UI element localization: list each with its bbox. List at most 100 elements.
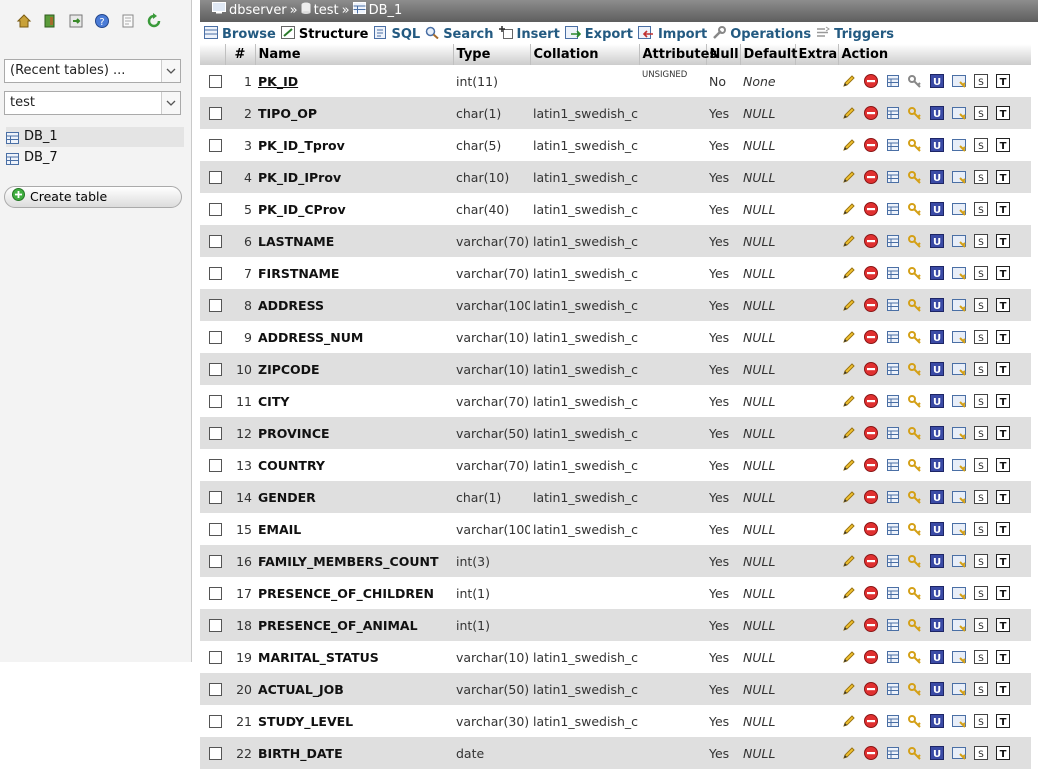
tab-export[interactable]: Export: [564, 25, 638, 43]
drop-icon[interactable]: [863, 201, 879, 217]
index-icon[interactable]: [951, 233, 967, 249]
index-icon[interactable]: [951, 105, 967, 121]
primary-key-icon[interactable]: [907, 297, 923, 313]
primary-key-icon[interactable]: [907, 233, 923, 249]
index-icon[interactable]: [951, 681, 967, 697]
index-icon[interactable]: [951, 489, 967, 505]
primary-key-icon[interactable]: [907, 713, 923, 729]
primary-key-icon[interactable]: [907, 489, 923, 505]
unique-icon[interactable]: U: [929, 233, 945, 249]
tab-operations[interactable]: Operations: [712, 25, 816, 43]
spatial-icon[interactable]: S: [973, 489, 989, 505]
primary-key-icon[interactable]: [907, 137, 923, 153]
breadcrumb-table[interactable]: DB_1: [369, 0, 403, 22]
edit-icon[interactable]: [841, 329, 857, 345]
unique-icon[interactable]: U: [929, 169, 945, 185]
primary-icon[interactable]: [885, 681, 901, 697]
primary-icon[interactable]: [885, 489, 901, 505]
fulltext-icon[interactable]: T: [995, 649, 1011, 665]
drop-icon[interactable]: [863, 361, 879, 377]
docs-icon[interactable]: ?: [94, 13, 110, 29]
drop-icon[interactable]: [863, 745, 879, 761]
sidebar-table-db-1[interactable]: DB_1: [6, 127, 184, 147]
row-checkbox[interactable]: [209, 714, 222, 728]
row-checkbox[interactable]: [209, 298, 222, 312]
unique-icon[interactable]: U: [929, 489, 945, 505]
spatial-icon[interactable]: S: [973, 393, 989, 409]
drop-icon[interactable]: [863, 137, 879, 153]
breadcrumb-database[interactable]: test: [314, 0, 339, 22]
edit-icon[interactable]: [841, 425, 857, 441]
edit-icon[interactable]: [841, 553, 857, 569]
tab-browse[interactable]: Browse: [200, 25, 281, 43]
spatial-icon[interactable]: S: [973, 553, 989, 569]
index-icon[interactable]: [951, 553, 967, 569]
edit-icon[interactable]: [841, 265, 857, 281]
primary-key-icon[interactable]: [907, 201, 923, 217]
fulltext-icon[interactable]: T: [995, 361, 1011, 377]
row-checkbox[interactable]: [209, 586, 222, 600]
index-icon[interactable]: [951, 521, 967, 537]
drop-icon[interactable]: [863, 713, 879, 729]
fulltext-icon[interactable]: T: [995, 745, 1011, 761]
primary-icon[interactable]: [885, 329, 901, 345]
fulltext-icon[interactable]: T: [995, 521, 1011, 537]
edit-icon[interactable]: [841, 713, 857, 729]
fulltext-icon[interactable]: T: [995, 73, 1011, 89]
breadcrumb-server[interactable]: dbserver: [229, 0, 287, 22]
tab-sql[interactable]: SQL: [373, 25, 425, 43]
row-checkbox[interactable]: [209, 170, 222, 184]
edit-icon[interactable]: [841, 649, 857, 665]
primary-icon[interactable]: [885, 393, 901, 409]
spatial-icon[interactable]: S: [973, 617, 989, 633]
drop-icon[interactable]: [863, 297, 879, 313]
primary-key-icon[interactable]: [907, 681, 923, 697]
fulltext-icon[interactable]: T: [995, 489, 1011, 505]
home-icon[interactable]: [16, 13, 32, 29]
fulltext-icon[interactable]: T: [995, 105, 1011, 121]
reload-icon[interactable]: [146, 13, 162, 29]
edit-icon[interactable]: [841, 585, 857, 601]
drop-icon[interactable]: [863, 233, 879, 249]
primary-icon[interactable]: [885, 585, 901, 601]
drop-icon[interactable]: [863, 265, 879, 281]
index-icon[interactable]: [951, 649, 967, 665]
drop-icon[interactable]: [863, 393, 879, 409]
unique-icon[interactable]: U: [929, 585, 945, 601]
row-checkbox[interactable]: [209, 746, 222, 760]
primary-icon[interactable]: [885, 297, 901, 313]
drop-icon[interactable]: [863, 649, 879, 665]
edit-icon[interactable]: [841, 457, 857, 473]
fulltext-icon[interactable]: T: [995, 425, 1011, 441]
query-window-icon[interactable]: [68, 13, 84, 29]
row-checkbox[interactable]: [209, 458, 222, 472]
row-checkbox[interactable]: [209, 266, 222, 280]
tab-structure[interactable]: Structure: [280, 25, 374, 43]
fulltext-icon[interactable]: T: [995, 393, 1011, 409]
primary-icon[interactable]: [885, 713, 901, 729]
index-icon[interactable]: [951, 393, 967, 409]
index-icon[interactable]: [951, 745, 967, 761]
row-checkbox[interactable]: [209, 106, 222, 120]
unique-icon[interactable]: U: [929, 649, 945, 665]
edit-icon[interactable]: [841, 521, 857, 537]
primary-icon[interactable]: [885, 553, 901, 569]
drop-icon[interactable]: [863, 329, 879, 345]
edit-icon[interactable]: [841, 617, 857, 633]
primary-icon[interactable]: [885, 425, 901, 441]
edit-icon[interactable]: [841, 201, 857, 217]
drop-icon[interactable]: [863, 457, 879, 473]
spatial-icon[interactable]: S: [973, 361, 989, 377]
row-checkbox[interactable]: [209, 234, 222, 248]
spatial-icon[interactable]: S: [973, 265, 989, 281]
logout-icon[interactable]: [42, 13, 58, 29]
primary-key-icon[interactable]: [907, 553, 923, 569]
row-checkbox[interactable]: [209, 554, 222, 568]
primary-icon[interactable]: [885, 649, 901, 665]
spatial-icon[interactable]: S: [973, 521, 989, 537]
spatial-icon[interactable]: S: [973, 201, 989, 217]
fulltext-icon[interactable]: T: [995, 137, 1011, 153]
spatial-icon[interactable]: S: [973, 137, 989, 153]
fulltext-icon[interactable]: T: [995, 201, 1011, 217]
index-icon[interactable]: [951, 585, 967, 601]
